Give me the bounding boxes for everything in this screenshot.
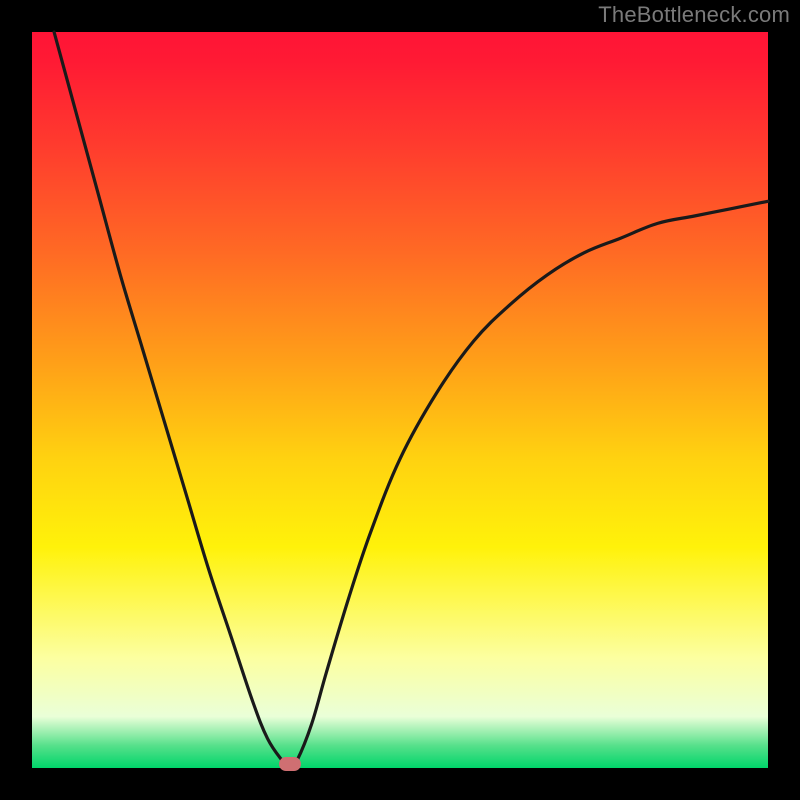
bottleneck-curve <box>32 32 768 768</box>
chart-frame: TheBottleneck.com <box>0 0 800 800</box>
optimal-point-marker <box>279 757 301 771</box>
watermark-text: TheBottleneck.com <box>598 2 790 28</box>
plot-area <box>32 32 768 768</box>
